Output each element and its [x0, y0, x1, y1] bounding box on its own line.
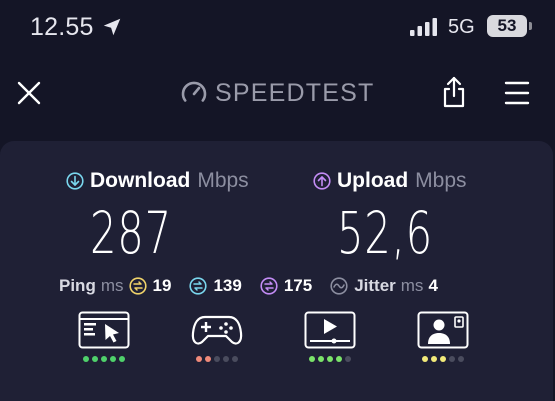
- rating-dot-filled: [110, 356, 116, 362]
- idle-ping-value: 19: [152, 276, 172, 295]
- battery-indicator: 53: [487, 15, 527, 37]
- rating-dot-filled: [92, 356, 98, 362]
- rating-dots: [76, 356, 132, 362]
- download-label: Download: [90, 169, 191, 192]
- rating-dot-filled: [318, 356, 324, 362]
- rating-dot-filled: [101, 356, 107, 362]
- status-time: 12.55: [30, 13, 94, 41]
- brand-logo: SPEEDTEST: [180, 77, 374, 109]
- download-ping-icon: [189, 277, 208, 295]
- rating-dot-empty: [214, 356, 220, 362]
- rating-dot-empty: [223, 356, 229, 362]
- rating-dot-filled: [119, 356, 125, 362]
- rating-dot-filled: [440, 356, 446, 362]
- jitter-unit: ms: [400, 276, 424, 295]
- rating-dot-empty: [345, 356, 351, 362]
- upload-speed-value: 52,6: [337, 199, 433, 267]
- idle-ping-icon: [128, 277, 147, 295]
- upload-ping-value: 175: [283, 276, 313, 295]
- rating-dot-empty: [232, 356, 238, 362]
- usecase-gaming[interactable]: [189, 311, 245, 371]
- rating-dot-empty: [458, 356, 464, 362]
- rating-dot-empty: [449, 356, 455, 362]
- rating-dots: [415, 356, 471, 362]
- share-icon: [443, 76, 465, 108]
- rating-dot-filled: [205, 356, 211, 362]
- menu-button[interactable]: [503, 80, 531, 106]
- download-speed-value: 287: [90, 199, 172, 267]
- usecase-video-chat[interactable]: [415, 311, 471, 371]
- video-player-icon: [304, 311, 356, 349]
- usecase-web-browsing[interactable]: [76, 311, 132, 371]
- arrow-up-circle-icon: [313, 172, 331, 190]
- rating-dot-filled: [431, 356, 437, 362]
- ping-unit: ms: [100, 276, 124, 295]
- ping-jitter-row: Ping ms 19 139 175 Jitter ms 4: [59, 275, 438, 297]
- usecase-video-streaming[interactable]: [302, 311, 358, 371]
- rating-dot-filled: [327, 356, 333, 362]
- browser-cursor-icon: [78, 311, 130, 349]
- arrow-down-circle-icon: [66, 172, 84, 190]
- download-unit: Mbps: [197, 169, 249, 192]
- jitter-icon: [330, 277, 348, 295]
- download-header: Download Mbps: [66, 168, 249, 194]
- ping-label: Ping: [59, 276, 96, 295]
- jitter-value: 4: [428, 276, 438, 295]
- rating-dot-filled: [336, 356, 342, 362]
- upload-label: Upload: [337, 169, 409, 192]
- upload-unit: Mbps: [415, 169, 467, 192]
- status-bar: 12.55 5G 53: [0, 0, 555, 52]
- location-arrow-icon: [103, 18, 121, 36]
- battery-tip: [529, 22, 532, 30]
- signal-bars-icon: [410, 18, 437, 36]
- close-icon: [17, 81, 41, 105]
- upload-ping-icon: [260, 277, 278, 295]
- rating-dots: [189, 356, 245, 362]
- download-ping-value: 139: [213, 276, 242, 295]
- speedometer-icon: [181, 81, 207, 102]
- close-button[interactable]: [14, 78, 44, 108]
- jitter-label: Jitter: [354, 276, 396, 295]
- gamepad-icon: [191, 315, 243, 345]
- rating-dot-filled: [196, 356, 202, 362]
- share-button[interactable]: [438, 75, 470, 109]
- rating-dot-filled: [309, 356, 315, 362]
- rating-dots: [302, 356, 358, 362]
- rating-dot-filled: [83, 356, 89, 362]
- brand-name: SPEEDTEST: [215, 78, 375, 107]
- network-type: 5G: [448, 16, 475, 38]
- menu-icon: [504, 81, 530, 105]
- rating-dot-filled: [422, 356, 428, 362]
- upload-header: Upload Mbps: [313, 168, 467, 194]
- video-call-icon: [417, 311, 469, 349]
